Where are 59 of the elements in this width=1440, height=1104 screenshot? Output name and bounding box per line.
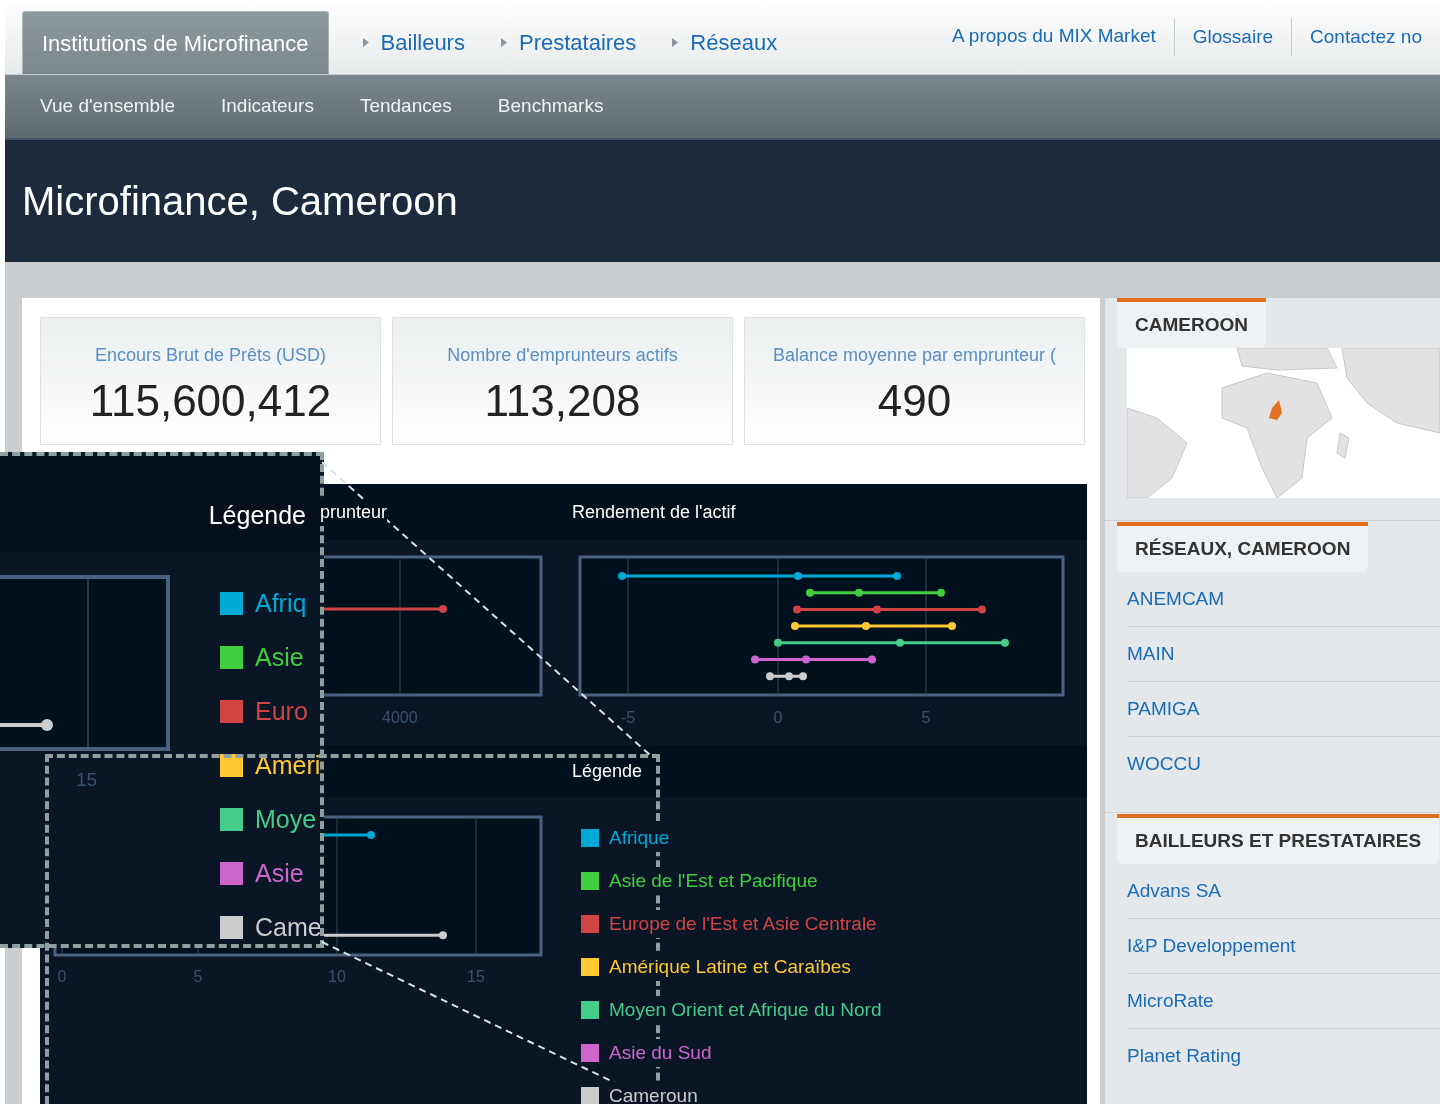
legend-label: Moye — [255, 803, 317, 835]
subnav-link[interactable]: Tendances — [359, 92, 452, 121]
section-heading: RÉSEAUX, CAMEROON — [1117, 522, 1369, 572]
sidebar-link[interactable]: WOCCU — [1127, 737, 1440, 792]
legend-label: Asie du Sud — [609, 1038, 712, 1068]
legend-label: Afrique — [609, 823, 670, 853]
kpi-value: 113,208 — [484, 375, 641, 427]
range-bar — [766, 672, 807, 681]
legend-label: Améri — [255, 749, 320, 781]
subnav-link[interactable]: Benchmarks — [497, 92, 604, 121]
legend-label: Europe de l'Est et Asie Centrale — [609, 909, 877, 939]
page-title: Microfinance, Cameroon — [22, 178, 458, 225]
legend-title: Légende — [572, 759, 643, 783]
legend-label: Came — [255, 911, 320, 943]
bullet-icon — [362, 38, 369, 47]
legend-label: Afriq — [255, 587, 307, 619]
kpi-value: 115,600,412 — [89, 375, 332, 427]
legend-label: Cameroun — [609, 1081, 698, 1104]
kpi-label: Encours Brut de Prêts (USD) — [94, 344, 327, 367]
kpi-value: 490 — [877, 375, 952, 427]
axis-tick: 10 — [328, 967, 346, 987]
nav-tab[interactable]: Prestataires — [482, 11, 655, 74]
axis-tick: -5 — [620, 708, 636, 728]
kpi-label: Balance moyenne par emprunteur ( — [772, 344, 1057, 367]
axis-tick: 0 — [57, 967, 67, 987]
header-link[interactable]: Glossaire — [1173, 17, 1292, 56]
chart-title: prunteur — [320, 498, 388, 526]
subnav-link[interactable]: Vue d'ensemble — [40, 92, 175, 121]
legend-label: Moyen Orient et Afrique du Nord — [609, 995, 882, 1025]
nav-tab[interactable]: Réseaux — [654, 11, 796, 74]
section-heading: CAMEROON — [1117, 298, 1266, 348]
header-link[interactable]: A propos du MIX Market — [933, 22, 1174, 51]
sidebar-link[interactable]: I&P Developpement — [1127, 919, 1440, 974]
nav-tab[interactable]: Institutions de Microfinance — [22, 11, 329, 74]
sidebar-link[interactable]: MicroRate — [1127, 974, 1440, 1029]
axis-tick: 0 — [773, 708, 783, 728]
sidebar-link[interactable]: ANEMCAM — [1127, 572, 1440, 627]
nav-tab[interactable]: Bailleurs — [344, 11, 483, 74]
axis-tick: 4000 — [382, 708, 418, 728]
axis-tick: 15 — [76, 768, 98, 792]
kpi-label: Nombre d'emprunteurs actifs — [447, 344, 678, 367]
sidebar-link[interactable]: PAMIGA — [1127, 682, 1440, 737]
axis-tick: 15 — [467, 967, 485, 987]
sidebar-link[interactable]: MAIN — [1127, 627, 1440, 682]
legend-label: Euro — [255, 695, 308, 727]
header-link[interactable]: Contactez no — [1291, 17, 1440, 56]
legend-label: Asie — [255, 857, 304, 889]
legend-label: Amérique Latine et Caraïbes — [609, 952, 851, 982]
axis-tick: 5 — [193, 967, 203, 987]
bullet-icon — [500, 38, 507, 47]
bullet-icon — [672, 38, 679, 47]
chart-title: Rendement de l'actif — [572, 500, 736, 524]
subnav-link[interactable]: Indicateurs — [220, 92, 314, 121]
sidebar-link[interactable]: Advans SA — [1127, 864, 1440, 919]
legend-label: Asie — [255, 641, 304, 673]
section-heading: BAILLEURS ET PRESTATAIRES — [1117, 814, 1440, 864]
legend-title: Légende — [208, 499, 306, 531]
axis-tick: 5 — [921, 708, 931, 728]
sidebar-link[interactable]: Planet Rating — [1127, 1029, 1440, 1084]
